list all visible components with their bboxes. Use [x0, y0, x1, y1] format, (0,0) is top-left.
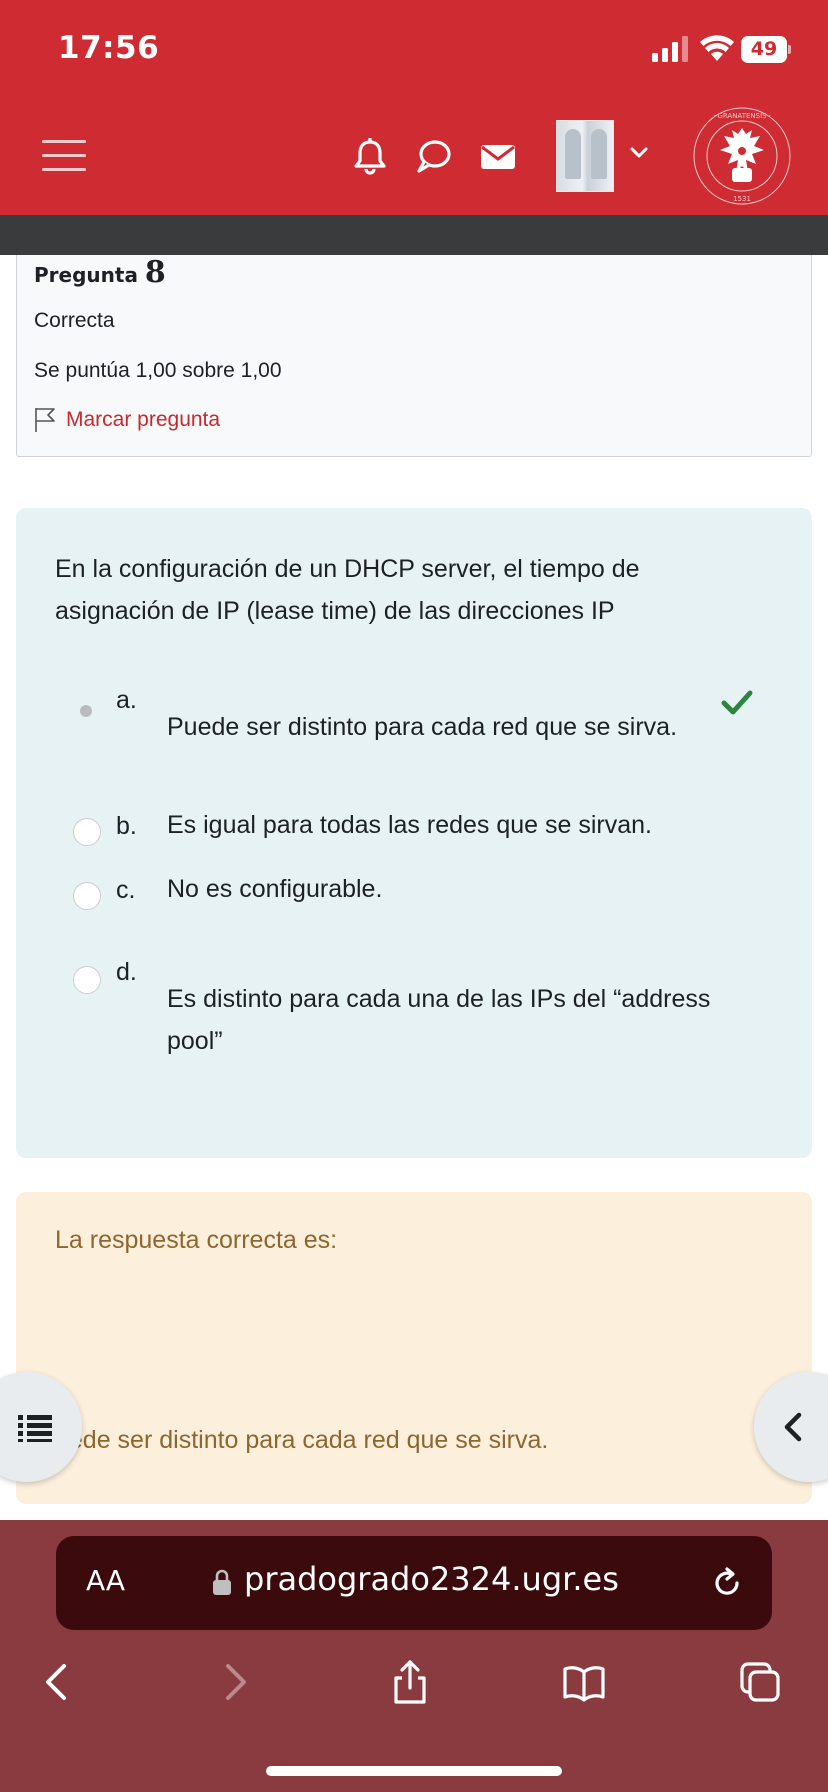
checkmark-icon: [721, 690, 753, 715]
flag-question-label: Marcar pregunta: [66, 408, 221, 431]
bell-icon[interactable]: [350, 136, 390, 176]
avatar[interactable]: [556, 120, 614, 192]
flag-question-link[interactable]: Marcar pregunta: [34, 407, 220, 433]
right-answer-text: uede ser distinto para cada red que se s…: [55, 1426, 549, 1454]
home-indicator: [266, 1766, 562, 1776]
option-text: Es distinto para cada una de las IPs del…: [167, 985, 711, 1055]
option-letter: b.: [116, 812, 137, 840]
option-d-radio[interactable]: [73, 966, 101, 994]
app-header: 17:56 49 · GRANATENSIS · 1531: [0, 0, 828, 215]
url-text[interactable]: pradogrado2324.ugr.es: [244, 1560, 619, 1598]
question-text: En la configuración de un DHCP server, e…: [55, 555, 640, 625]
list-icon: [18, 1415, 52, 1442]
address-bar[interactable]: AA pradogrado2324.ugr.es: [56, 1536, 772, 1630]
flag-icon: [35, 408, 55, 432]
option-letter: c.: [116, 876, 136, 904]
forward-arrow-icon[interactable]: [212, 1660, 256, 1704]
chevron-left-icon: [784, 1412, 802, 1442]
question-grade: Se puntúa 1,00 sobre 1,00: [34, 359, 282, 382]
lock-icon: [213, 1569, 231, 1595]
option-b-radio[interactable]: [73, 818, 101, 846]
right-answer-label: La respuesta correcta es:: [55, 1226, 338, 1254]
option-a-radio[interactable]: [73, 698, 101, 726]
back-arrow-icon[interactable]: [36, 1660, 80, 1704]
wifi-icon: [700, 35, 734, 61]
option-text: Puede ser distinto para cada red que se …: [167, 713, 678, 741]
tabs-icon[interactable]: [738, 1660, 782, 1704]
reader-settings-button[interactable]: AA: [86, 1564, 125, 1597]
svg-text:· GRANATENSIS ·: · GRANATENSIS ·: [713, 112, 771, 120]
question-content: En la configuración de un DHCP server, e…: [16, 508, 812, 1158]
hamburger-menu-icon[interactable]: [42, 140, 86, 174]
question-number: 8: [144, 255, 166, 290]
chat-bubble-icon[interactable]: [414, 136, 454, 176]
share-icon[interactable]: [388, 1660, 432, 1704]
question-title: Pregunta 8: [34, 255, 166, 290]
reload-icon[interactable]: [710, 1566, 744, 1600]
chevron-down-icon[interactable]: [630, 146, 648, 160]
university-seal: · GRANATENSIS · 1531: [693, 107, 791, 205]
status-time: 17:56: [58, 30, 160, 66]
bookmarks-icon[interactable]: [562, 1660, 606, 1704]
envelope-icon[interactable]: [478, 136, 518, 176]
option-c-radio[interactable]: [73, 882, 101, 910]
battery-level: 49: [741, 36, 787, 63]
browser-toolbar: AA pradogrado2324.ugr.es: [0, 1520, 828, 1792]
question-info-box: Pregunta 8 Correcta Se puntúa 1,00 sobre…: [16, 255, 812, 457]
feedback-box: La respuesta correcta es: uede ser disti…: [16, 1192, 812, 1504]
svg-text:1531: 1531: [733, 195, 751, 203]
question-label: Pregunta: [34, 263, 138, 287]
question-status: Correcta: [34, 309, 115, 332]
navbar-shadow-band: [0, 215, 828, 255]
option-text: No es configurable.: [167, 875, 383, 903]
cellular-signal-icon: [652, 36, 688, 62]
option-letter: a.: [116, 686, 137, 714]
option-letter: d.: [116, 958, 137, 986]
battery-icon: 49: [741, 36, 791, 63]
option-text: Es igual para todas las redes que se sir…: [167, 811, 652, 839]
